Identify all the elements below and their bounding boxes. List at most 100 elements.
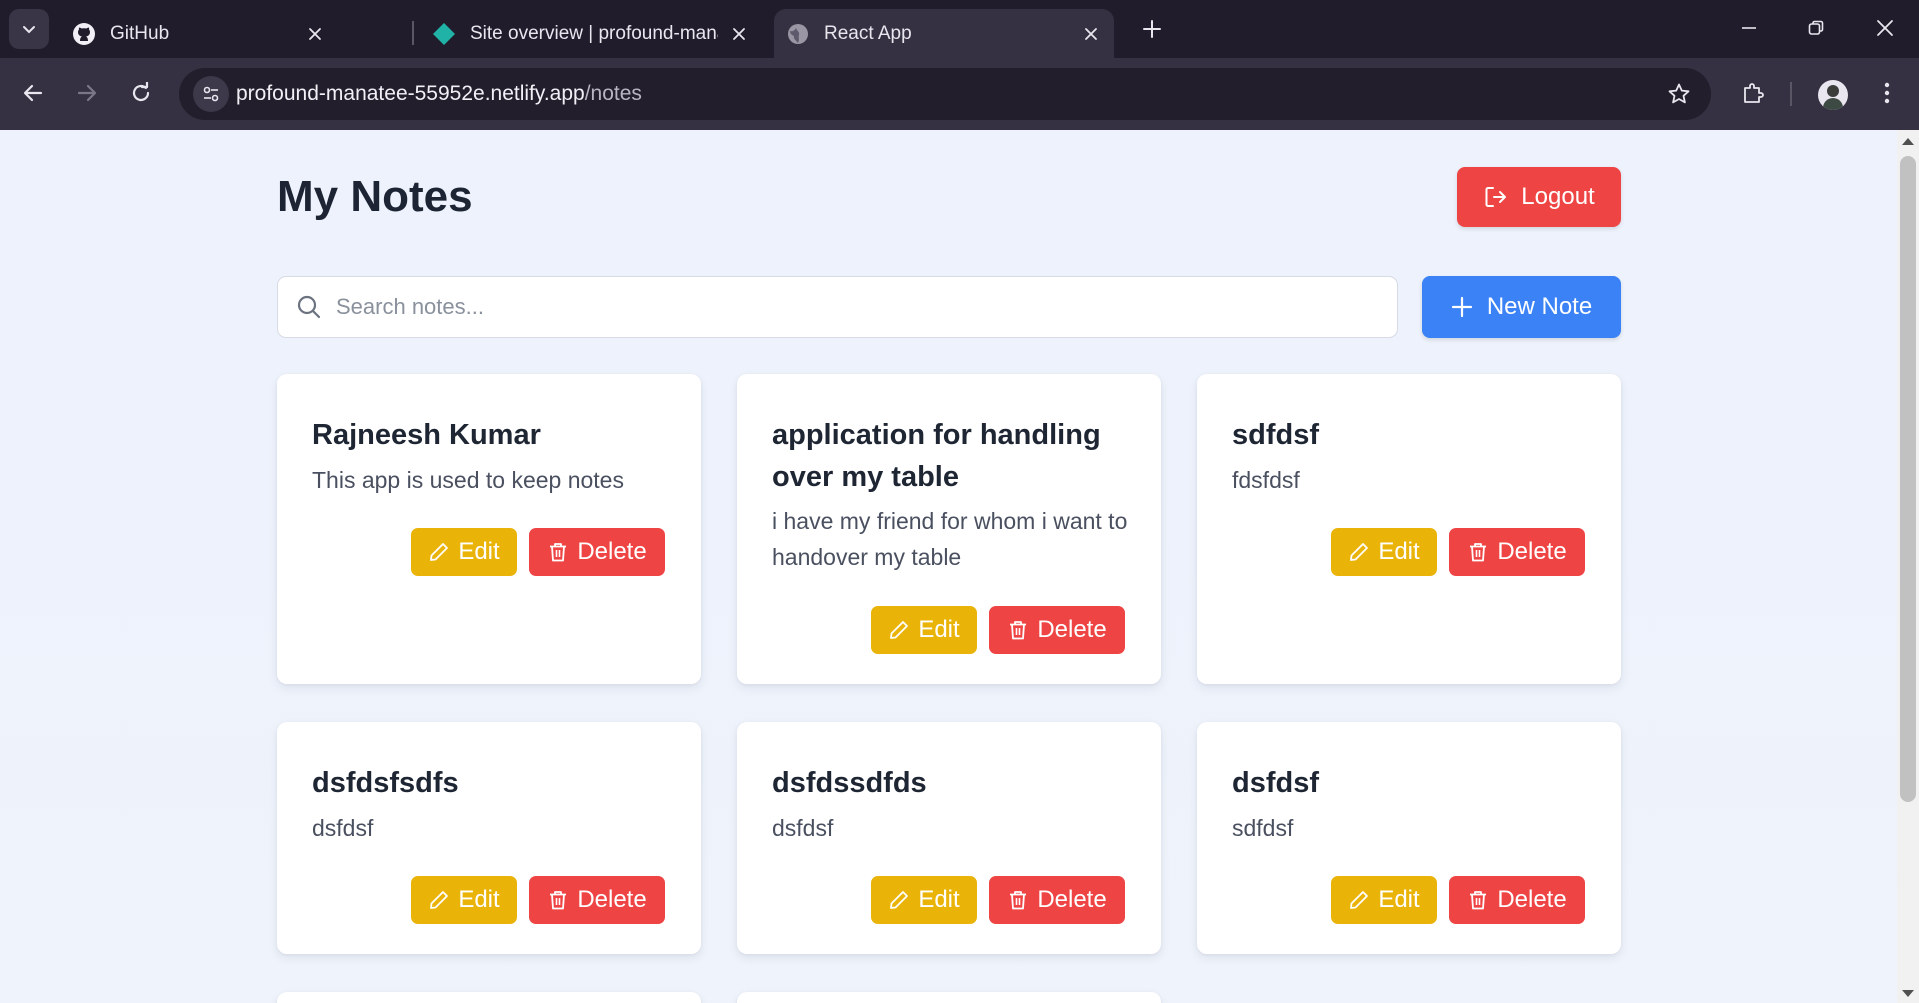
browser-menu-button[interactable]	[1865, 71, 1909, 115]
note-actions: Edit Delete	[1331, 876, 1585, 924]
star-icon	[1668, 83, 1690, 104]
search-icon	[297, 295, 321, 319]
close-icon	[1877, 20, 1893, 36]
plus-icon	[1143, 20, 1161, 38]
pencil-icon	[890, 891, 909, 909]
delete-label: Delete	[1497, 886, 1567, 913]
note-actions: Edit Delete	[1331, 528, 1585, 576]
note-card	[277, 992, 701, 1003]
edit-label: Edit	[1378, 886, 1420, 913]
note-card: sdfdsf fdsfdsf Edit Delete	[1197, 374, 1621, 684]
note-body: i have my friend for whom i want to hand…	[772, 508, 1128, 570]
trash-icon	[1010, 891, 1027, 910]
new-note-label: New Note	[1486, 293, 1593, 320]
edit-button[interactable]: Edit	[1331, 876, 1437, 924]
tab-github[interactable]: GitHub	[60, 9, 338, 58]
note-card: Rajneesh Kumar This app is used to keep …	[277, 374, 701, 684]
tab-title: React App	[824, 22, 912, 44]
url-path: /notes	[584, 82, 642, 105]
plus-icon	[1451, 296, 1472, 318]
note-card: application for handling over my table i…	[737, 374, 1161, 684]
edit-label: Edit	[458, 886, 500, 913]
delete-label: Delete	[1037, 616, 1107, 643]
note-card: dsfdssdfds dsfdsf Edit Delete	[737, 722, 1161, 954]
edit-button[interactable]: Edit	[871, 876, 977, 924]
forward-button[interactable]	[65, 71, 109, 115]
minimize-icon	[1742, 27, 1756, 29]
site-info-button[interactable]	[193, 76, 229, 112]
delete-button[interactable]: Delete	[1449, 528, 1585, 576]
edit-button[interactable]: Edit	[1331, 528, 1437, 576]
close-window-button[interactable]	[1857, 8, 1913, 48]
search-box[interactable]	[277, 276, 1398, 338]
note-actions: Edit Delete	[411, 528, 665, 576]
pencil-icon	[1350, 543, 1369, 561]
delete-button[interactable]: Delete	[989, 606, 1125, 654]
arrow-right-icon	[77, 84, 97, 102]
address-bar[interactable]: profound-manatee-55952e.netlify.app/note…	[179, 68, 1711, 120]
edit-label: Edit	[458, 538, 500, 565]
tab-title: Site overview | profound-manat	[470, 22, 718, 44]
reload-icon	[132, 82, 150, 102]
arrow-left-icon	[23, 84, 43, 102]
note-body: dsfdsf	[772, 815, 834, 841]
tab-react-app[interactable]: React App	[774, 9, 1114, 58]
restore-button[interactable]	[1788, 8, 1844, 48]
logout-button[interactable]: Logout	[1457, 167, 1621, 227]
chevron-down-icon	[23, 26, 35, 34]
delete-label: Delete	[577, 886, 647, 913]
logout-label: Logout	[1521, 183, 1595, 210]
profile-avatar[interactable]	[1818, 80, 1848, 110]
note-body: fdsfdsf	[1232, 467, 1300, 493]
tab-search-button[interactable]	[9, 9, 49, 49]
note-actions: Edit Delete	[411, 876, 665, 924]
extensions-button[interactable]	[1731, 71, 1775, 115]
bookmark-button[interactable]	[1665, 80, 1693, 108]
browser-tab-strip: GitHub Site overview | profound-manat Re…	[0, 0, 1919, 58]
github-icon	[72, 22, 96, 46]
note-title: Rajneesh Kumar	[312, 419, 541, 451]
trash-icon	[1470, 543, 1487, 562]
pencil-icon	[430, 543, 449, 561]
delete-label: Delete	[1497, 538, 1567, 565]
new-note-button[interactable]: New Note	[1422, 276, 1621, 338]
netlify-icon	[432, 22, 456, 46]
more-vertical-icon	[1884, 82, 1890, 104]
note-title: dsfdsfsdfs	[312, 767, 459, 799]
search-input[interactable]	[336, 291, 1376, 323]
tab-divider	[412, 21, 414, 45]
restore-icon	[1808, 20, 1824, 35]
note-title: application for handling over my table	[772, 419, 1101, 493]
trash-icon	[1010, 621, 1027, 640]
tab-netlify[interactable]: Site overview | profound-manat	[420, 9, 762, 58]
url-host: profound-manatee-55952e.netlify.app	[236, 82, 585, 105]
edit-button[interactable]: Edit	[411, 876, 517, 924]
back-button[interactable]	[11, 71, 55, 115]
browser-toolbar: profound-manatee-55952e.netlify.app/note…	[0, 58, 1919, 130]
minimize-button[interactable]	[1721, 8, 1777, 48]
edit-button[interactable]: Edit	[411, 528, 517, 576]
delete-button[interactable]: Delete	[1449, 876, 1585, 924]
scroll-up-icon[interactable]	[1902, 138, 1914, 145]
pencil-icon	[890, 621, 909, 639]
page-scrollbar[interactable]	[1897, 130, 1919, 1003]
delete-button[interactable]: Delete	[529, 528, 665, 576]
reload-button[interactable]	[119, 71, 163, 115]
edit-button[interactable]: Edit	[871, 606, 977, 654]
delete-button[interactable]: Delete	[989, 876, 1125, 924]
url-text: profound-manatee-55952e.netlify.app/note…	[236, 82, 642, 106]
close-icon[interactable]	[1080, 23, 1102, 45]
page-viewport: My Notes Logout New Note Rajneesh Kumar …	[0, 130, 1897, 1003]
delete-button[interactable]: Delete	[529, 876, 665, 924]
scrollbar-thumb[interactable]	[1900, 156, 1916, 802]
close-icon[interactable]	[728, 23, 750, 45]
tune-icon	[203, 86, 219, 102]
close-icon[interactable]	[304, 23, 326, 45]
new-tab-button[interactable]	[1135, 12, 1169, 46]
edit-label: Edit	[918, 886, 960, 913]
note-card: dsfdsf sdfdsf Edit Delete	[1197, 722, 1621, 954]
note-body: dsfdsf	[312, 815, 374, 841]
globe-icon	[786, 22, 810, 46]
logout-icon	[1485, 187, 1507, 207]
scroll-down-icon[interactable]	[1902, 990, 1914, 997]
